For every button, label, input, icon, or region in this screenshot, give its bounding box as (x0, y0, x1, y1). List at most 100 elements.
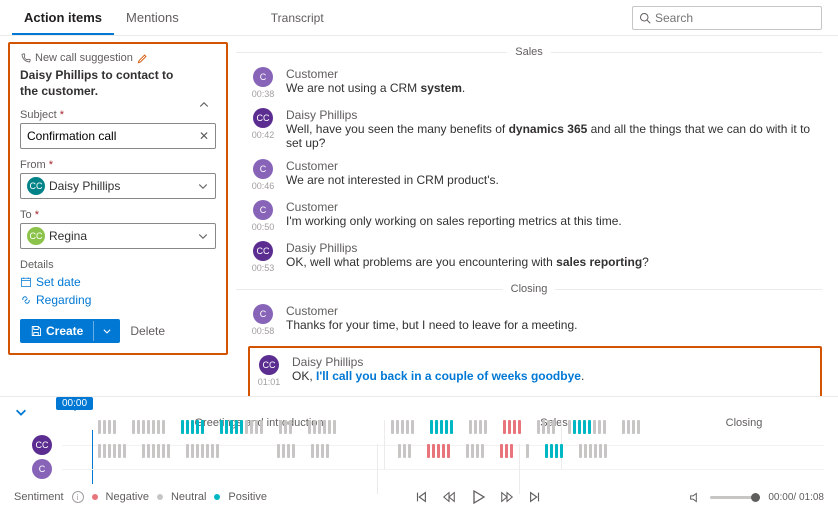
utterance: OK, I'll call you back in a couple of we… (292, 369, 814, 383)
timeline: 00:00 Greetings and introduction Sales C… (0, 396, 838, 485)
to-input[interactable]: CC Regina (20, 223, 216, 249)
section-label: Closing (511, 283, 548, 295)
search-input[interactable] (655, 11, 815, 25)
volume-thumb[interactable] (751, 493, 760, 502)
dot-positive (214, 494, 220, 500)
utterance: OK, well what problems are you encounter… (286, 255, 822, 269)
timestamp: 00:42 (252, 130, 275, 140)
create-split[interactable] (93, 321, 120, 341)
from-value: Daisy Phillips (49, 179, 120, 193)
timestamp: 00:58 (252, 326, 275, 336)
utterance: Thanks for your time, but I need to leav… (286, 318, 822, 332)
speaker-name: Daisy Phillips (286, 108, 822, 122)
regarding-label: Regarding (36, 293, 91, 307)
save-icon (30, 325, 42, 337)
action-card: New call suggestion Daisy Phillips to co… (8, 42, 228, 355)
avatar: CC (253, 241, 273, 261)
avatar: CC (32, 435, 52, 455)
main: New call suggestion Daisy Phillips to co… (0, 36, 838, 396)
button-row: Create Delete (20, 319, 216, 343)
utterance: I'm working only working on sales report… (286, 214, 822, 228)
speaker-name: Dasiy Phillips (286, 241, 822, 255)
suggestion-label: New call suggestion (35, 52, 133, 64)
search-wrap (632, 0, 838, 35)
to-chip: CC Regina (27, 227, 87, 245)
timeline-rows: CC C (32, 433, 824, 481)
close-icon[interactable]: ✕ (199, 129, 209, 143)
set-date-label: Set date (36, 275, 81, 289)
from-chip: CC Daisy Phillips (27, 177, 120, 195)
chevron-down-icon[interactable] (197, 230, 209, 242)
transcript-panel[interactable]: Sales C 00:38 Customer We are not using … (236, 36, 838, 396)
transcript-item[interactable]: C 00:46 Customer We are not interested i… (236, 156, 822, 197)
subject-label: Subject * (20, 109, 216, 121)
phone-icon (20, 53, 31, 64)
chevron-down-icon[interactable] (197, 180, 209, 192)
chevron-up-icon[interactable] (198, 99, 210, 111)
transcript-item[interactable]: C 00:50 Customer I'm working only workin… (236, 197, 822, 238)
speaker-name: Customer (286, 200, 822, 214)
avatar: C (253, 200, 273, 220)
timestamp: 00:50 (252, 222, 275, 232)
search-icon (639, 12, 651, 24)
time-display: 00:00/ 01:08 (768, 492, 824, 503)
timestamp: 00:46 (252, 181, 275, 191)
create-label: Create (46, 324, 83, 338)
highlighted-message[interactable]: CC 01:01 Daisy Phillips OK, I'll call yo… (248, 346, 822, 396)
tab-action-items[interactable]: Action items (12, 0, 114, 35)
delete-button[interactable]: Delete (130, 324, 165, 338)
timeline-row-customer: C (32, 457, 824, 481)
track[interactable] (62, 460, 824, 478)
transcript-header: Transcript (191, 0, 632, 35)
section-closing: Closing (236, 283, 822, 295)
details-label: Details (20, 259, 216, 271)
transcript-item[interactable]: C 00:58 Customer Thanks for your time, b… (236, 301, 822, 342)
volume-icon[interactable] (689, 491, 702, 504)
volume-slider[interactable] (710, 496, 760, 499)
avatar: CC (27, 227, 45, 245)
dot-negative (92, 494, 98, 500)
timestamp: 00:38 (252, 89, 275, 99)
calendar-icon (20, 276, 32, 288)
speaker-name: Daisy Phillips (292, 355, 814, 369)
avatar: C (32, 459, 52, 479)
avatar: CC (253, 108, 273, 128)
avatar: C (253, 304, 273, 324)
chevron-down-icon[interactable] (14, 405, 28, 419)
speaker-name: Customer (286, 67, 822, 81)
timestamp: 00:53 (252, 263, 275, 273)
from-input[interactable]: CC Daisy Phillips (20, 173, 216, 199)
playhead-time[interactable]: 00:00 (56, 397, 93, 410)
top-bar: Action items Mentions Transcript (0, 0, 838, 36)
speaker-name: Customer (286, 304, 822, 318)
section-sales: Sales (236, 46, 822, 58)
avatar: CC (27, 177, 45, 195)
link-icon (20, 294, 32, 306)
pencil-icon[interactable] (137, 53, 148, 64)
avatar: CC (259, 355, 279, 375)
regarding-link[interactable]: Regarding (20, 293, 216, 307)
set-date-link[interactable]: Set date (20, 275, 216, 289)
chevron-down-icon (102, 326, 112, 336)
section-label: Sales (515, 46, 543, 58)
search-box[interactable] (632, 6, 822, 30)
dot-neutral (157, 494, 163, 500)
segment-closing: Closing (664, 417, 824, 429)
transcript-title: Transcript (271, 11, 324, 25)
create-button[interactable]: Create (20, 319, 120, 343)
subject-field[interactable] (27, 129, 199, 143)
tab-mentions[interactable]: Mentions (114, 0, 191, 35)
tabs: Action items Mentions (0, 0, 191, 35)
transcript-item[interactable]: CC 00:42 Daisy Phillips Well, have you s… (236, 105, 822, 156)
suggestion-row: New call suggestion (20, 52, 216, 64)
avatar: C (253, 159, 273, 179)
timestamp: 01:01 (258, 377, 281, 387)
left-panel: New call suggestion Daisy Phillips to co… (0, 36, 236, 396)
subject-input[interactable]: ✕ (20, 123, 216, 149)
transcript-item[interactable]: CC 00:53 Dasiy Phillips OK, well what pr… (236, 238, 822, 279)
utterance: Well, have you seen the many benefits of… (286, 122, 822, 150)
utterance: We are not interested in CRM product's. (286, 173, 822, 187)
from-label: From * (20, 159, 216, 171)
transcript-item[interactable]: C 00:38 Customer We are not using a CRM … (236, 64, 822, 105)
to-label: To * (20, 209, 216, 221)
